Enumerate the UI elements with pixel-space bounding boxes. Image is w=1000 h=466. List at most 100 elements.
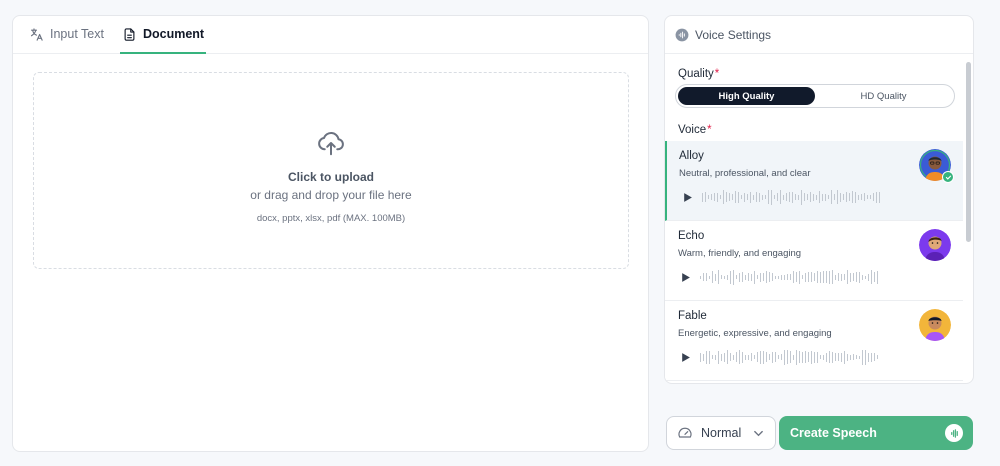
waveform-bar (832, 270, 833, 284)
waveform-bar (727, 350, 728, 364)
tab-document[interactable]: Document (119, 16, 207, 54)
waveform-bar (799, 351, 800, 363)
voice-item-alloy[interactable]: Alloy Neutral, professional, and clear (665, 141, 963, 221)
waveform-bar (744, 192, 745, 202)
waveform-bar (823, 354, 824, 360)
waveform-bar (778, 275, 779, 279)
waveform-bar (715, 354, 716, 360)
speed-value: Normal (701, 426, 742, 440)
waveform-bar (760, 272, 761, 282)
waveform-bar (810, 192, 811, 202)
waveform-bar (784, 274, 785, 280)
input-tabs: Input Text Document (13, 16, 648, 54)
waveform-bar (735, 191, 736, 203)
waveform-bar (700, 352, 701, 362)
waveform-bar (736, 275, 737, 279)
waveform-bar (805, 351, 806, 363)
waveform-bar (862, 274, 863, 280)
file-dropzone[interactable]: Click to upload or drag and drop your fi… (33, 72, 629, 269)
waveform-bar (781, 354, 782, 360)
waveform-bar (712, 355, 713, 359)
waveform-bar (825, 193, 826, 201)
waveform-bar (789, 192, 790, 202)
waveform-bar (862, 349, 863, 365)
waveform-bar (868, 273, 869, 281)
waveform-bar (727, 274, 728, 280)
waveform-bar (724, 352, 725, 362)
waveform-bar (736, 352, 737, 362)
waveform-bar (861, 194, 862, 200)
waveform-bar (714, 193, 715, 201)
waveform-bar (828, 195, 829, 199)
waveform-bar (756, 192, 757, 202)
waveform-bar (822, 193, 823, 201)
waveform-bar (700, 275, 701, 279)
waveform-bar (802, 351, 803, 363)
voice-settings-header: Voice Settings (665, 16, 973, 54)
waveform-bar (790, 351, 791, 363)
waveform-bar (709, 350, 710, 364)
waveform-bar (750, 191, 751, 203)
waveform-bar (796, 272, 797, 282)
waveform-bar (709, 275, 710, 279)
create-speech-button[interactable]: Create Speech (779, 416, 973, 450)
waveform-bar (873, 193, 874, 201)
waveform-bar (784, 349, 785, 365)
quality-label: Quality* (678, 68, 720, 80)
waveform-bar (859, 355, 860, 359)
waveform-bar (721, 353, 722, 361)
waveform-bar (721, 275, 722, 279)
play-button[interactable] (678, 350, 692, 364)
tab-label: Document (142, 27, 205, 41)
waveform-bar (804, 193, 805, 201)
waveform-bar (826, 352, 827, 362)
waveform (700, 269, 905, 285)
waveform-bar (763, 273, 764, 281)
waveform-bar (834, 194, 835, 200)
waveform-bar (703, 273, 704, 281)
waveform-bar (853, 273, 854, 281)
waveform-bar (835, 353, 836, 361)
upload-title: Click to upload (287, 169, 374, 184)
play-button[interactable] (678, 270, 692, 284)
quality-option-high[interactable]: High Quality (678, 87, 815, 105)
waveform-bar (850, 272, 851, 282)
waveform-bar (798, 194, 799, 200)
waveform-bar (706, 350, 707, 364)
waveform-bar (868, 352, 869, 362)
speedometer-icon (678, 427, 692, 438)
waveform-bar (835, 274, 836, 280)
waveform-bar (871, 352, 872, 362)
play-button[interactable] (680, 190, 694, 204)
waveform-bar (870, 195, 871, 199)
speed-select[interactable]: Normal (666, 416, 776, 450)
waveform-bar (874, 272, 875, 282)
waveform-bar (838, 273, 839, 281)
waveform-bar (712, 271, 713, 283)
voice-item-fable[interactable]: Fable Energetic, expressive, and engagin… (665, 301, 963, 381)
waveform-bar (738, 191, 739, 203)
waveform-bar (717, 192, 718, 202)
waveform-bar (847, 270, 848, 284)
waveform-bar (811, 272, 812, 282)
waveform-bar (858, 194, 859, 200)
waveform-bar (799, 270, 800, 284)
waveform-bar (840, 192, 841, 202)
waveform-bar (807, 194, 808, 200)
voice-list-scrollbar[interactable] (966, 62, 971, 242)
tab-input-text[interactable]: Input Text (27, 16, 106, 53)
waveform-bar (850, 354, 851, 360)
waveform-bar (730, 353, 731, 361)
voice-item-echo[interactable]: Echo Warm, friendly, and engaging (665, 221, 963, 301)
waveform-bar (817, 271, 818, 283)
voice-list: Alloy Neutral, professional, and clear E… (665, 141, 963, 381)
quality-option-hd[interactable]: HD Quality (815, 87, 952, 105)
waveform-bar (847, 353, 848, 361)
waveform-bar (864, 193, 865, 201)
waveform-bar (844, 274, 845, 280)
waveform-bar (757, 275, 758, 279)
waveform-bar (702, 192, 703, 202)
waveform-bar (769, 354, 770, 360)
waveform-bar (703, 353, 704, 361)
waveform-bar (820, 355, 821, 359)
